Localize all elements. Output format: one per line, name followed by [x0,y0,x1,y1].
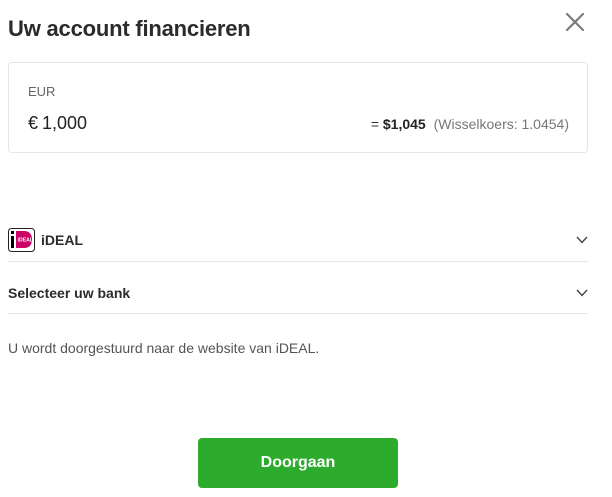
currency-label: EUR [28,84,56,99]
bank-select-label: Selecteer uw bank [8,285,131,301]
amount-card: EUR € 1,000 = $1,045 (Wisselkoers: 1.045… [8,62,588,153]
exchange-rate: (Wisselkoers: 1.0454) [433,116,569,132]
equals-sign: = [370,116,379,132]
chevron-down-icon [576,236,588,244]
amount-input[interactable]: € 1,000 [28,110,228,136]
payment-method-label: iDEAL [41,231,83,248]
close-button[interactable] [562,9,588,35]
currency-symbol: € [28,112,39,133]
redirect-note: U wordt doorgestuurd naar de website van… [8,340,320,356]
bank-select-dropdown[interactable]: Selecteer uw bank [8,273,588,314]
amount-value: 1,000 [42,112,88,133]
conversion-info: = $1,045 (Wisselkoers: 1.0454) [371,116,569,132]
converted-amount: $1,045 [382,116,426,132]
payment-method-dropdown[interactable]: iDEAL iDEAL [8,218,588,262]
ideal-logo-text: iDEAL [18,237,34,243]
dialog-title: Uw account financieren [8,16,251,41]
chevron-down-icon [576,289,588,297]
ideal-logo-icon: iDEAL [8,227,35,252]
continue-button[interactable]: Doorgaan [198,438,398,488]
close-icon [565,12,585,32]
